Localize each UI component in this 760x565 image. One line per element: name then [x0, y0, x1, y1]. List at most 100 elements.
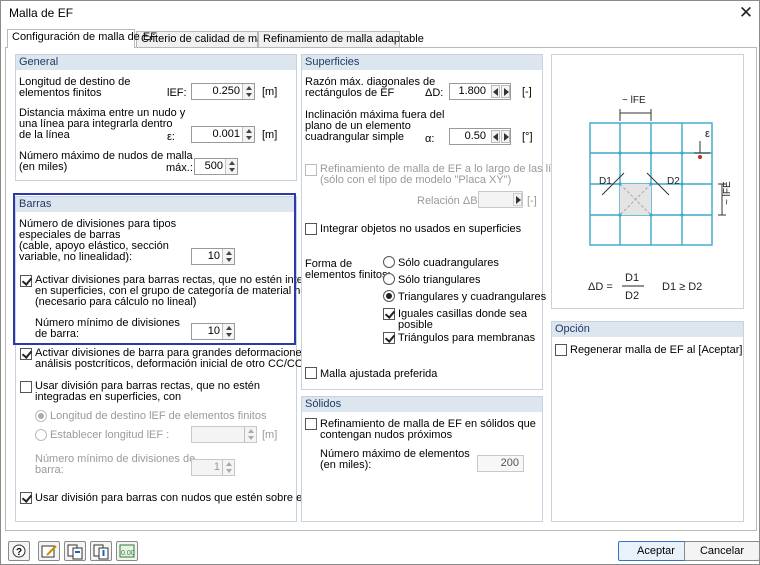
set-length-unit: [m] — [262, 429, 278, 441]
formula-condition: D1 ≥ D2 — [662, 281, 702, 293]
refine-lines-checkbox[interactable] — [305, 164, 317, 176]
inclination-label-3: cuadrangular simple — [305, 131, 405, 143]
relation-increase-button[interactable] — [513, 193, 522, 206]
inclination-increase-button[interactable] — [501, 130, 510, 143]
radio-tri-quad[interactable] — [383, 290, 395, 302]
radio-quad-only-label: Sólo cuadrangulares — [398, 257, 499, 269]
mesh-diagram: ~ lFE ~ lFE ε D1 D2 ΔD = D1 D2 D1 ≥ D2 — [588, 95, 733, 302]
ok-button[interactable]: Aceptar — [618, 541, 694, 561]
radio-tri-only[interactable] — [383, 273, 395, 285]
formula-denominator: D2 — [625, 290, 639, 302]
inclination-unit: [°] — [522, 131, 533, 143]
title-bar — [1, 1, 759, 27]
d2-label: D2 — [667, 176, 680, 187]
nodes-on-bar-checkbox[interactable] — [20, 492, 32, 504]
membrane-triangles-checkbox[interactable] — [383, 332, 395, 344]
max-nodes-value: 500 — [204, 160, 223, 172]
solid-refine-checkbox[interactable] — [305, 418, 317, 430]
relation-label: Relación ΔB: — [417, 195, 481, 207]
solid-refine-label-2: contengan nudos próximos — [320, 429, 453, 441]
solidos-header: Sólidos — [302, 397, 542, 412]
inclination-decrease-button[interactable] — [491, 130, 500, 143]
membrane-triangles-label: Triángulos para membranas — [398, 332, 536, 344]
eps-node — [698, 155, 702, 159]
inclination-stepper[interactable]: 0.50 — [449, 128, 511, 145]
max-distance-spin-buttons[interactable] — [242, 127, 254, 142]
target-length-spin-buttons[interactable] — [242, 84, 254, 99]
radio-set-length[interactable] — [35, 429, 47, 441]
tab-adaptive-refinement[interactable]: Refinamiento de malla adaptable — [258, 31, 424, 47]
use-division-label-2: integradas en superficies, con — [35, 391, 182, 403]
opcion-group: Opción Regenerar malla de EF al [Aceptar… — [551, 321, 744, 522]
edit-defaults-button[interactable] — [38, 541, 60, 561]
set-length-stepper[interactable] — [191, 426, 257, 443]
help-icon: ? — [12, 544, 26, 558]
ratio-stepper[interactable]: 1.800 — [449, 83, 511, 100]
use-division-checkbox[interactable] — [20, 381, 32, 393]
max-distance-value: 0.001 — [212, 128, 240, 140]
solidos-group: Sólidos Refinamiento de malla de EF en s… — [301, 396, 543, 522]
relation-unit: [-] — [527, 195, 537, 207]
solid-max-value: 200 — [500, 457, 519, 469]
superficies-group: Superficies Razón máx. diagonales de rec… — [301, 54, 575, 390]
d1-label: D1 — [599, 176, 612, 187]
min-div2-stepper[interactable]: 1 — [191, 459, 235, 476]
max-nodes-label-2: (en miles) — [19, 161, 68, 173]
radio-tri-quad-label: Triangulares y cuadrangulares — [398, 291, 547, 303]
inclination-symbol: α: — [425, 133, 435, 145]
svg-text:?: ? — [16, 547, 22, 558]
regenerate-mesh-checkbox[interactable] — [555, 344, 567, 356]
lfe-top-label: ~ lFE — [622, 95, 646, 106]
shape-label-2: elementos finitos: — [305, 269, 391, 281]
equal-cells-checkbox[interactable] — [383, 308, 395, 320]
set-length-spin-buttons[interactable] — [244, 427, 256, 442]
ratio-symbol: ΔD: — [425, 87, 444, 99]
load-settings-button[interactable] — [64, 541, 86, 561]
min-div2-label-2: barra: — [35, 464, 64, 476]
integrate-objects-label: Integrar objetos no usados en superficie… — [320, 223, 522, 235]
save-icon — [93, 544, 109, 560]
formula-numerator: D1 — [625, 272, 639, 284]
cancel-button[interactable]: Cancelar — [684, 541, 760, 561]
solid-max-input[interactable]: 200 — [477, 455, 524, 472]
edit-icon — [41, 545, 57, 558]
large-deformation-checkbox[interactable] — [20, 348, 32, 360]
units-icon: 0.00 — [119, 544, 135, 558]
min-div2-value: 1 — [213, 461, 220, 473]
opcion-header: Opción — [552, 322, 743, 337]
target-length-stepper[interactable]: 0.250 — [191, 83, 255, 100]
close-button[interactable]: ✕ — [735, 2, 757, 24]
ratio-decrease-button[interactable] — [491, 85, 500, 98]
max-nodes-stepper[interactable]: 500 — [194, 158, 238, 175]
refine-lines-label-2: (sólo con el tipo de modelo "Placa XY") — [320, 174, 512, 186]
formula-lhs: ΔD = — [588, 281, 613, 293]
focus-outline — [13, 193, 296, 345]
save-settings-button[interactable] — [90, 541, 112, 561]
radio-quad-only[interactable] — [383, 256, 395, 268]
ratio-increase-button[interactable] — [501, 85, 510, 98]
radio-target-length-label: Longitud de destino lEF de elementos fin… — [50, 410, 267, 422]
general-header: General — [16, 55, 296, 70]
units-button[interactable]: 0.00 — [116, 541, 138, 561]
svg-text:0.00: 0.00 — [121, 550, 135, 557]
target-length-label-2: elementos finitos — [19, 87, 102, 99]
max-distance-label-3: de la línea — [19, 129, 70, 141]
relation-input[interactable] — [478, 191, 523, 208]
ratio-unit: [-] — [522, 86, 532, 98]
radio-target-length[interactable] — [35, 410, 47, 422]
max-distance-unit: [m] — [262, 129, 278, 141]
help-button[interactable]: ? — [8, 541, 30, 561]
general-group: General Longitud de destino de elementos… — [15, 54, 297, 181]
integrate-objects-checkbox[interactable] — [305, 223, 317, 235]
tab-strip: Configuración de malla de EF Criterio de… — [1, 29, 759, 48]
max-distance-stepper[interactable]: 0.001 — [191, 126, 255, 143]
load-icon — [67, 544, 83, 560]
dialog-window: Malla de EF ✕ Configuración de malla de … — [0, 0, 760, 565]
adjusted-mesh-checkbox[interactable] — [305, 367, 317, 379]
target-length-unit: [m] — [262, 86, 278, 98]
min-div2-spin-buttons[interactable] — [222, 460, 234, 475]
tab-mesh-config[interactable]: Configuración de malla de EF — [7, 29, 157, 48]
ratio-value: 1.800 — [458, 85, 486, 97]
max-nodes-symbol: máx.: — [166, 162, 193, 174]
max-nodes-spin-buttons[interactable] — [225, 159, 237, 174]
